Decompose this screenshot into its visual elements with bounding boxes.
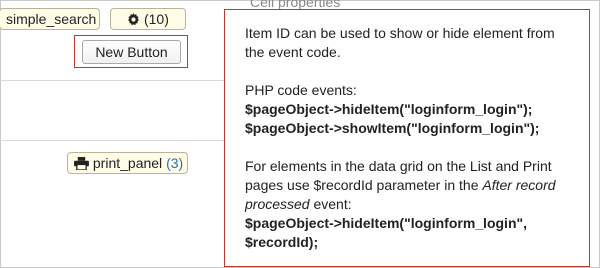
tooltip-intro: Item ID can be used to show or hide elem…	[245, 25, 555, 60]
print-panel-item[interactable]: print_panel (3)	[67, 152, 188, 174]
new-button[interactable]: New Button	[82, 40, 181, 64]
settings-count-button[interactable]: (10)	[110, 8, 186, 30]
row-divider	[0, 80, 240, 81]
item-id-tooltip: Item ID can be used to show or hide elem…	[224, 9, 590, 267]
tooltip-list-text: For elements in the data grid on the Lis…	[245, 157, 573, 214]
php-show-code: $pageObject->showItem("loginform_login")…	[245, 120, 540, 136]
simple-search-item[interactable]: simple_search	[0, 8, 100, 30]
print-panel-label: print_panel	[92, 155, 163, 171]
record-hide-code-line1: $pageObject->hideItem("loginform_login",	[245, 215, 528, 231]
list-text-after: event:	[309, 196, 352, 212]
record-hide-code-line2: $recordId);	[245, 234, 319, 250]
simple-search-label: simple_search	[6, 11, 97, 27]
tooltip-php-heading: PHP code events:	[245, 82, 357, 98]
settings-count: (10)	[143, 11, 169, 27]
printer-icon	[74, 155, 93, 171]
gear-icon	[127, 11, 144, 27]
print-panel-count: (3)	[166, 155, 184, 171]
php-hide-code: $pageObject->hideItem("loginform_login")…	[245, 101, 533, 117]
designer-panel: simple_search (10) New Button print_pane…	[0, 0, 240, 268]
row-divider	[0, 140, 240, 141]
